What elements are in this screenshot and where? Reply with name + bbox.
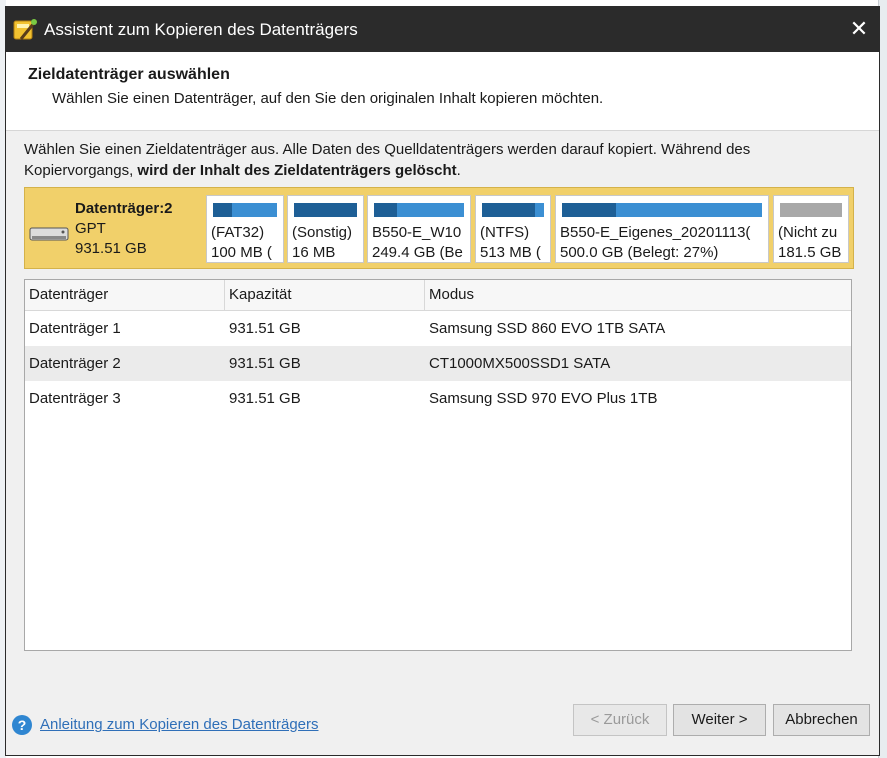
table-header: Datenträger Kapazität Modus [25,280,851,311]
cell-capacity: 931.51 GB [229,390,301,407]
partition-size: 16 MB [292,244,336,261]
partition-block[interactable]: B550-E_W10 249.4 GB (Be [367,195,471,263]
column-header-capacity[interactable]: Kapazität [225,280,425,310]
disk-map-type: GPT [75,220,106,237]
cell-capacity: 931.51 GB [229,355,301,372]
cell-disk: Datenträger 1 [29,320,121,337]
partition-usage-bar [213,203,277,217]
cell-capacity: 931.51 GB [229,320,301,337]
partition-used-fill [482,203,535,217]
wizard-header: Zieldatenträger auswählen Wählen Sie ein… [6,52,879,131]
partition-usage-bar [294,203,357,217]
disk-list-table: Datenträger Kapazität Modus Datenträger … [24,279,852,651]
help-link[interactable]: Anleitung zum Kopieren des Datenträgers [40,716,319,733]
partition-usage-bar [562,203,762,217]
partition-size: 500.0 GB (Belegt: 27%) [560,244,719,261]
partition-label: B550-E_W10 [372,224,462,241]
instruction-line2-prefix: Kopiervorgangs, [24,162,138,179]
partition-label: (NTFS) [480,224,530,241]
partition-label: (Sonstig) [292,224,353,241]
close-icon[interactable]: ✕ [847,17,871,41]
cell-disk: Datenträger 2 [29,355,121,372]
disk-map-selected[interactable]: Datenträger:2 GPT 931.51 GB (FAT32) 100 … [24,187,854,269]
cancel-button[interactable]: Abbrechen [773,704,870,736]
back-button[interactable]: < Zurück [573,704,667,736]
column-header-mode[interactable]: Modus [425,280,851,310]
partition-size: 513 MB ( [480,244,541,261]
column-header-disk[interactable]: Datenträger [25,280,225,310]
table-row-selected[interactable]: Datenträger 2 931.51 GB CT1000MX500SSD1 … [25,346,851,381]
partition-block[interactable]: (Sonstig) 16 MB [287,195,364,263]
partition-used-fill [562,203,616,217]
window-title: Assistent zum Kopieren des Datenträgers [44,20,358,39]
cell-mode: Samsung SSD 860 EVO 1TB SATA [429,320,666,337]
partition-block[interactable]: B550-E_Eigenes_20201113( 500.0 GB (Beleg… [555,195,769,263]
title-bar[interactable]: Assistent zum Kopieren des Datenträgers … [6,7,879,52]
instruction-line1: Wählen Sie einen Zieldatenträger aus. Al… [24,141,751,158]
partition-size: 181.5 GB [778,244,842,261]
cell-disk: Datenträger 3 [29,390,121,407]
partition-label: (Nicht zu [778,224,838,241]
partition-usage-bar [374,203,464,217]
table-row[interactable]: Datenträger 1 931.51 GB Samsung SSD 860 … [25,311,851,346]
instruction-warning: wird der Inhalt des Zieldatenträgers gel… [137,162,457,179]
partition-used-fill [213,203,233,217]
partition-block[interactable]: (FAT32) 100 MB ( [206,195,284,263]
partition-block[interactable]: (NTFS) 513 MB ( [475,195,551,263]
partition-used-fill [294,203,357,217]
partition-usage-bar [482,203,544,217]
table-row[interactable]: Datenträger 3 931.51 GB Samsung SSD 970 … [25,381,851,416]
header-title: Zieldatenträger auswählen [28,66,230,83]
disk-map-name: Datenträger:2 [75,200,173,217]
partition-used-fill [374,203,397,217]
cell-mode: Samsung SSD 970 EVO Plus 1TB [429,390,658,407]
disk-map-label: Datenträger:2 GPT 931.51 GB [75,199,173,259]
hard-disk-icon [29,227,69,241]
partition-label: (FAT32) [211,224,265,241]
question-icon[interactable]: ? [12,715,32,735]
partition-size: 249.4 GB (Be [372,244,463,261]
next-button[interactable]: Weiter > [673,704,766,736]
instruction-line2-suffix: . [456,162,461,179]
header-subtitle: Wählen Sie einen Datenträger, auf den Si… [52,90,604,107]
partition-block[interactable]: (Nicht zu 181.5 GB [773,195,849,263]
wand-icon [13,19,37,40]
partition-label: B550-E_Eigenes_20201113( [560,224,751,241]
disk-map-size: 931.51 GB [75,240,147,257]
cell-mode: CT1000MX500SSD1 SATA [429,355,611,372]
partition-usage-bar [780,203,842,217]
partition-size: 100 MB ( [211,244,272,261]
instruction-text: Wählen Sie einen Zieldatenträger aus. Al… [24,139,854,181]
